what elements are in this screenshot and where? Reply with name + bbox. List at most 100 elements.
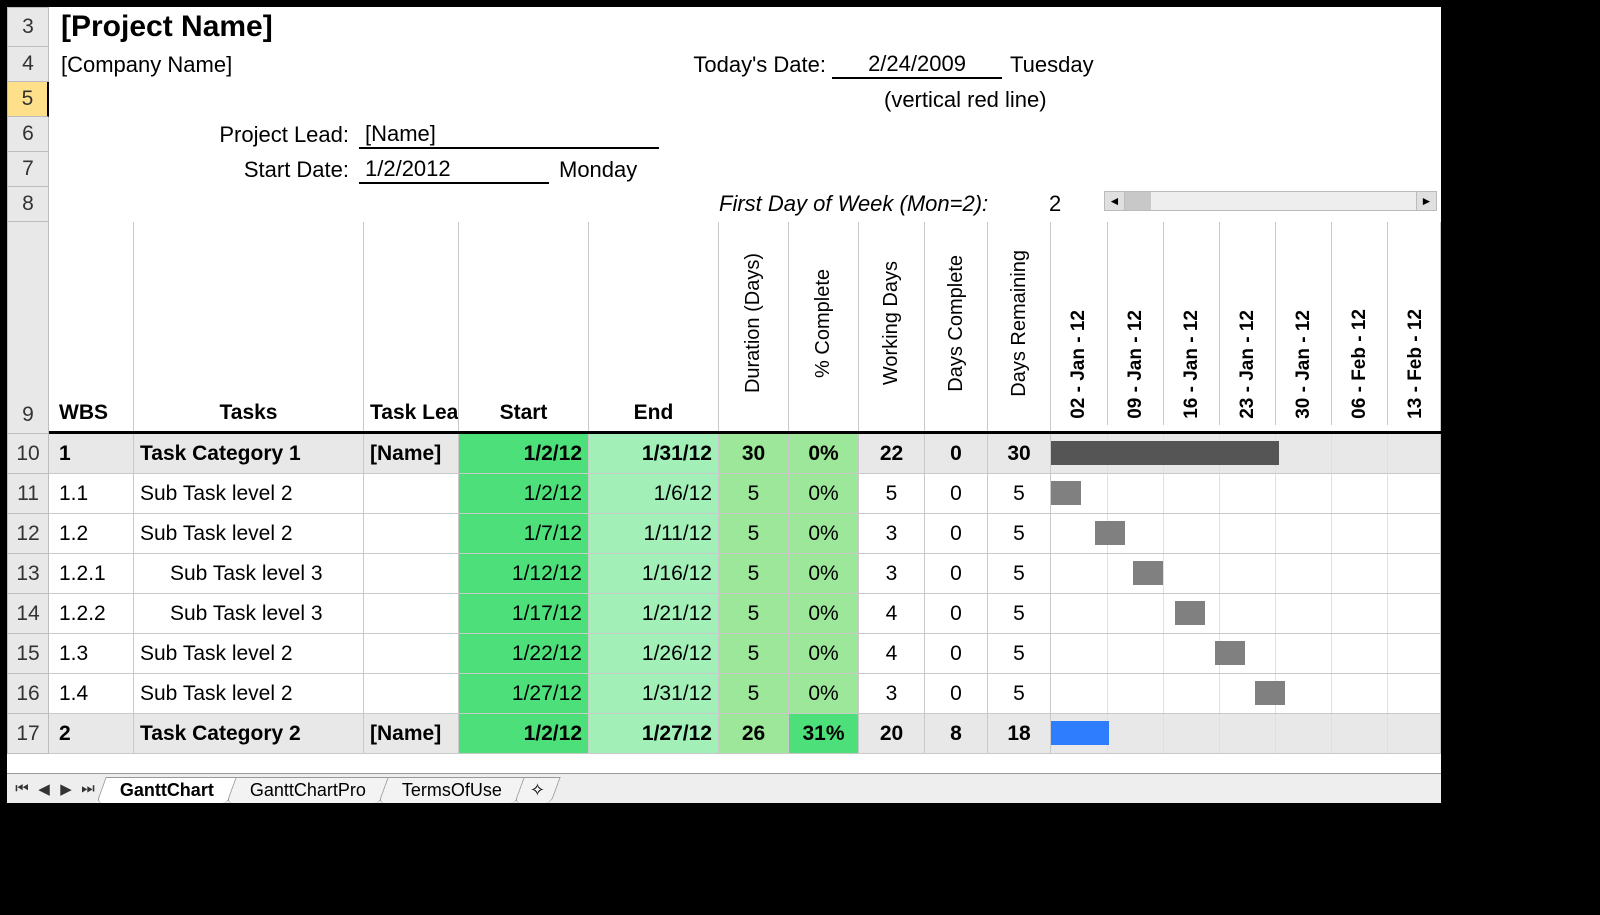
row-header-5[interactable]: 5 — [7, 82, 49, 117]
row-header-6[interactable]: 6 — [7, 117, 49, 152]
cell-pct[interactable]: 0% — [789, 674, 859, 713]
cell-wbs[interactable]: 1.2.2 — [49, 594, 134, 633]
cell-wbs[interactable]: 2 — [49, 714, 134, 753]
cell-start[interactable]: 1/2/12 — [459, 474, 589, 513]
cell-wd[interactable]: 20 — [859, 714, 925, 753]
company-name[interactable]: [Company Name] — [61, 52, 661, 78]
cell-end[interactable]: 1/16/12 — [589, 554, 719, 593]
cell-wbs[interactable]: 1.3 — [49, 634, 134, 673]
cell-dc[interactable]: 8 — [925, 714, 988, 753]
cell-pct[interactable]: 0% — [789, 594, 859, 633]
cell-task[interactable]: Sub Task level 2 — [134, 634, 364, 673]
row-header-17[interactable]: 17 — [7, 714, 49, 754]
project-name[interactable]: [Project Name] — [49, 7, 1441, 47]
row-header-8[interactable]: 8 — [7, 187, 49, 222]
tab-prev-icon[interactable]: ◀ — [33, 780, 55, 798]
cell-dc[interactable]: 0 — [925, 674, 988, 713]
table-row[interactable]: 1.2Sub Task level 21/7/121/11/1250%305 — [49, 514, 1441, 554]
col-tasks[interactable]: Tasks — [134, 222, 364, 431]
row-header-10[interactable]: 10 — [7, 434, 49, 474]
row-header-3[interactable]: 3 — [7, 7, 49, 47]
cell-dc[interactable]: 0 — [925, 514, 988, 553]
cell-pct[interactable]: 31% — [789, 714, 859, 753]
cell-duration[interactable]: 26 — [719, 714, 789, 753]
col-lead[interactable]: Task Lead — [364, 222, 459, 431]
cell-wd[interactable]: 3 — [859, 554, 925, 593]
sheet-tab-termsofuse[interactable]: TermsOfUse — [378, 777, 525, 803]
cell-duration[interactable]: 5 — [719, 674, 789, 713]
cell-dr[interactable]: 5 — [988, 674, 1051, 713]
cell-task[interactable]: Sub Task level 2 — [134, 474, 364, 513]
row-header-13[interactable]: 13 — [7, 554, 49, 594]
cell-lead[interactable] — [364, 514, 459, 553]
cell-wd[interactable]: 3 — [859, 674, 925, 713]
cell-start[interactable]: 1/12/12 — [459, 554, 589, 593]
sheet-tab-ganttchart[interactable]: GanttChart — [96, 777, 237, 803]
cell-duration[interactable]: 30 — [719, 434, 789, 473]
cell-pct[interactable]: 0% — [789, 514, 859, 553]
gantt-week-header[interactable]: 23 - Jan - 12 — [1219, 222, 1275, 425]
cell-lead[interactable] — [364, 674, 459, 713]
tab-first-icon[interactable]: ⏮ — [11, 780, 33, 797]
scroll-right-icon[interactable]: ► — [1416, 192, 1436, 210]
cell-wbs[interactable]: 1.1 — [49, 474, 134, 513]
row-header-16[interactable]: 16 — [7, 674, 49, 714]
col-start[interactable]: Start — [459, 222, 589, 431]
table-row[interactable]: 2Task Category 2[Name]1/2/121/27/122631%… — [49, 714, 1441, 754]
cell-lead[interactable] — [364, 554, 459, 593]
col-dc[interactable]: Days Complete — [925, 222, 988, 431]
col-end[interactable]: End — [589, 222, 719, 431]
cell-pct[interactable]: 0% — [789, 634, 859, 673]
cell-dc[interactable]: 0 — [925, 594, 988, 633]
cell-end[interactable]: 1/6/12 — [589, 474, 719, 513]
cell-task[interactable]: Sub Task level 3 — [134, 594, 364, 633]
cell-dr[interactable]: 5 — [988, 594, 1051, 633]
cell-wbs[interactable]: 1.4 — [49, 674, 134, 713]
gantt-scrollbar[interactable]: ◄ ► — [1104, 191, 1437, 211]
tab-last-icon[interactable]: ⏭ — [77, 780, 99, 797]
cell-duration[interactable]: 5 — [719, 634, 789, 673]
cell-end[interactable]: 1/27/12 — [589, 714, 719, 753]
cell-start[interactable]: 1/7/12 — [459, 514, 589, 553]
cell-wd[interactable]: 4 — [859, 594, 925, 633]
cell-task[interactable]: Task Category 1 — [134, 434, 364, 473]
cell-wd[interactable]: 4 — [859, 634, 925, 673]
sheet-tab-ganttchartpro[interactable]: GanttChartPro — [226, 777, 390, 803]
gantt-week-header[interactable]: 16 - Jan - 12 — [1163, 222, 1219, 425]
gantt-week-header[interactable]: 09 - Jan - 12 — [1107, 222, 1163, 425]
row-header-11[interactable]: 11 — [7, 474, 49, 514]
cell-wd[interactable]: 5 — [859, 474, 925, 513]
row-header-9[interactable]: 9 — [7, 222, 49, 434]
cell-dc[interactable]: 0 — [925, 634, 988, 673]
cell-task[interactable]: Sub Task level 3 — [134, 554, 364, 593]
cell-wd[interactable]: 22 — [859, 434, 925, 473]
cell-end[interactable]: 1/11/12 — [589, 514, 719, 553]
row-header-7[interactable]: 7 — [7, 152, 49, 187]
table-row[interactable]: 1.4Sub Task level 21/27/121/31/1250%305 — [49, 674, 1441, 714]
table-row[interactable]: 1.2.2Sub Task level 31/17/121/21/1250%40… — [49, 594, 1441, 634]
gantt-week-header[interactable]: 06 - Feb - 12 — [1331, 222, 1387, 425]
cell-dr[interactable]: 5 — [988, 514, 1051, 553]
cell-task[interactable]: Task Category 2 — [134, 714, 364, 753]
cell-dr[interactable]: 5 — [988, 474, 1051, 513]
cell-duration[interactable]: 5 — [719, 554, 789, 593]
cell-task[interactable]: Sub Task level 2 — [134, 514, 364, 553]
cell-pct[interactable]: 0% — [789, 434, 859, 473]
col-duration[interactable]: Duration (Days) — [719, 222, 789, 431]
row-header-4[interactable]: 4 — [7, 47, 49, 82]
scroll-thumb[interactable] — [1125, 192, 1151, 210]
cell-wbs[interactable]: 1.2.1 — [49, 554, 134, 593]
cell-duration[interactable]: 5 — [719, 514, 789, 553]
sheet-tab-new-icon[interactable]: ✧ — [514, 777, 561, 803]
gantt-week-header[interactable]: 30 - Jan - 12 — [1275, 222, 1331, 425]
row-header-12[interactable]: 12 — [7, 514, 49, 554]
scroll-track[interactable] — [1125, 192, 1416, 210]
cell-dr[interactable]: 18 — [988, 714, 1051, 753]
row-header-15[interactable]: 15 — [7, 634, 49, 674]
col-dr[interactable]: Days Remaining — [988, 222, 1051, 431]
cell-duration[interactable]: 5 — [719, 594, 789, 633]
row-header-14[interactable]: 14 — [7, 594, 49, 634]
cell-wd[interactable]: 3 — [859, 514, 925, 553]
cell-dr[interactable]: 5 — [988, 554, 1051, 593]
cell-dr[interactable]: 5 — [988, 634, 1051, 673]
